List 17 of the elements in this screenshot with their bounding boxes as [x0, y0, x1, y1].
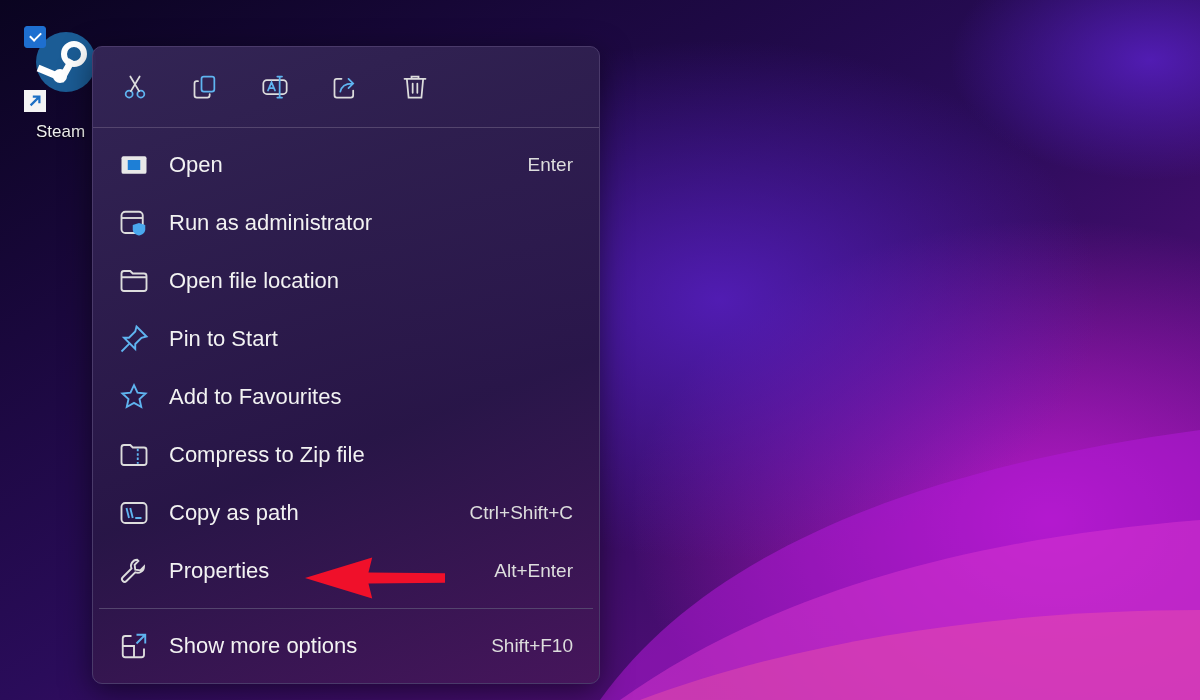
menu-item[interactable]: Show more options Shift+F10	[93, 617, 599, 675]
menu-item[interactable]: Pin to Start	[93, 310, 599, 369]
menu-item[interactable]: Open Enter	[93, 136, 599, 195]
icon-label: Steam	[36, 122, 86, 142]
menu-item[interactable]: Open file location	[93, 252, 599, 311]
shortcut-text: Shift+F10	[491, 635, 573, 657]
menu-item[interactable]: Copy as path Ctrl+Shift+C	[93, 484, 599, 543]
menu-item[interactable]: Properties Alt+Enter	[93, 542, 599, 601]
shortcut-text: Ctrl+Shift+C	[469, 502, 573, 525]
menu-item[interactable]: Compress to Zip file	[93, 426, 599, 485]
shortcut-text: Enter	[527, 154, 573, 177]
pin-icon	[119, 324, 149, 355]
menu-item[interactable]: Run as administrator	[93, 194, 599, 253]
shortcut-text: Alt+Enter	[494, 560, 573, 583]
selection-checkbox[interactable]	[24, 26, 46, 48]
menu-item[interactable]: Add to Favourites	[93, 368, 599, 427]
expand-icon	[119, 631, 149, 661]
